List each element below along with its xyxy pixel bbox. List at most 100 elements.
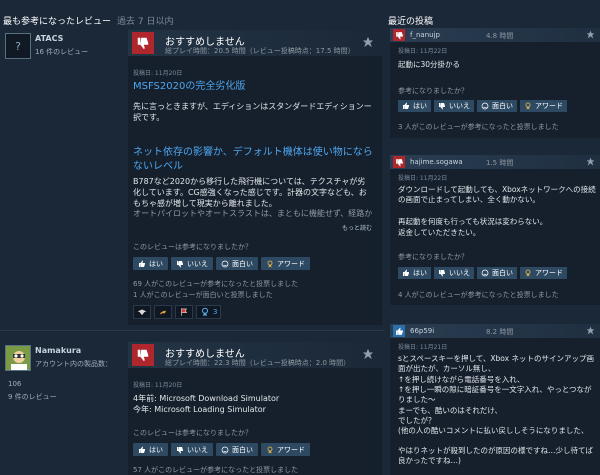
- recent-post: hajime.sogawa 1.5 時間 投稿日: 11月22日 ダウンロードし…: [390, 155, 600, 305]
- award-button[interactable]: アワード: [261, 443, 310, 456]
- vote-yes-button[interactable]: はい: [133, 257, 168, 270]
- post-playtime: 4.8 時間: [486, 32, 514, 40]
- section-title: 最近の投稿: [388, 17, 434, 27]
- post-text: ダウンロードして起動しても、Xboxネットワークへの接続の画面で止まってしまい、…: [398, 185, 596, 204]
- medal-award-icon: [202, 307, 208, 317]
- vote-yes-button[interactable]: はい: [398, 100, 431, 112]
- post-text: ↑を押し続けながら電話番号を入れ、: [398, 375, 525, 384]
- vote-no-label: いいえ: [449, 102, 470, 110]
- thumbs-down-icon: [393, 156, 405, 168]
- reviewer-review-count[interactable]: 16 件のレビュー: [35, 47, 88, 57]
- thumbs-up-icon: [403, 102, 409, 109]
- vote-funny-button[interactable]: 面白い: [477, 267, 517, 279]
- award-icon: [267, 260, 273, 267]
- thumbs-down-icon: [132, 344, 154, 366]
- read-more-link[interactable]: もっと読む: [342, 223, 372, 232]
- vote-funny-button[interactable]: 面白い: [216, 443, 258, 456]
- award-icon: [525, 102, 531, 110]
- vote-no-button[interactable]: いいえ: [434, 100, 474, 112]
- award-button[interactable]: アワード: [520, 100, 567, 112]
- vote-funny-button[interactable]: 面白い: [477, 100, 517, 112]
- helpful-count: 69 人がこのレビューが参考になったと投票しました: [133, 280, 299, 288]
- review-card: ? ATACS 16 件のレビュー おすすめしません 総プレイ時間：20.5 時…: [0, 30, 385, 325]
- vote-yes-label: はい: [413, 102, 427, 110]
- award-icon: [525, 269, 531, 277]
- section-subtitle: 過去 7 日以内: [117, 17, 174, 27]
- reviewer-review-count[interactable]: 9 件のレビュー: [8, 392, 57, 402]
- most-helpful-reviews: 最も参考になったレビュー 過去 7 日以内 ? ATACS 16 件のレビュー お…: [0, 0, 385, 475]
- star-icon[interactable]: [586, 30, 595, 39]
- thumbs-up-icon: [403, 269, 409, 276]
- award-label: アワード: [277, 259, 305, 268]
- star-icon[interactable]: [586, 157, 595, 166]
- thumbs-down-icon: [132, 32, 154, 54]
- thumbs-down-icon: [177, 446, 183, 453]
- vote-yes-label: はい: [149, 445, 163, 454]
- post-text: 再起動を何度も行っても状況は変わらない。: [398, 217, 548, 226]
- helpful-question: このレビューは参考になりましたか？: [133, 429, 252, 437]
- review-playtime: 総プレイ時間：20.5 時間（レビュー投稿時点：17.5 時間）: [165, 47, 355, 55]
- award-badge-count[interactable]: 3: [196, 305, 222, 319]
- review-heading: MSFS2020の完全劣化版: [133, 81, 246, 92]
- post-text: でしたが？: [398, 416, 436, 425]
- avatar[interactable]: [5, 345, 31, 371]
- review-text: 4年前: Microsoft Download Simulator: [133, 394, 280, 403]
- post-date: 投稿日: 11月22日: [398, 48, 448, 55]
- awards-row: 3: [133, 305, 222, 319]
- smiley-icon: [221, 260, 229, 267]
- review-body: おすすめしません 総プレイ時間：22.3 時間（レビュー投稿時点：2.0 時間）…: [128, 342, 382, 475]
- vote-yes-button[interactable]: はい: [398, 267, 431, 279]
- vote-no-button[interactable]: いいえ: [434, 267, 474, 279]
- post-author[interactable]: hajime.sogawa: [410, 158, 463, 166]
- vote-buttons: はい いいえ 面白い アワード: [133, 443, 310, 456]
- star-icon[interactable]: [586, 326, 595, 335]
- award-label: アワード: [535, 102, 563, 110]
- review-vote-header: おすすめしません 総プレイ時間：20.5 時間（レビュー投稿時点：17.5 時間…: [128, 30, 382, 56]
- vote-funny-label: 面白い: [232, 259, 253, 268]
- award-icon: [267, 446, 273, 453]
- divider: [0, 330, 385, 331]
- funny-count: 1 人がこのレビューが面白いと投票しました: [133, 291, 273, 299]
- smiley-icon: [481, 269, 489, 277]
- smiley-icon: [221, 446, 229, 453]
- award-button[interactable]: アワード: [520, 267, 567, 279]
- award-badge[interactable]: [133, 305, 151, 319]
- vote-no-button[interactable]: いいえ: [171, 257, 213, 270]
- avatar[interactable]: ?: [5, 33, 31, 59]
- thumbs-down-icon: [439, 270, 445, 277]
- post-author[interactable]: f_nanujp: [410, 31, 440, 39]
- star-icon[interactable]: [362, 36, 374, 48]
- review-body: おすすめしません 総プレイ時間：20.5 時間（レビュー投稿時点：17.5 時間…: [128, 30, 382, 325]
- review-text: 今年: Microsoft Loading Simulator: [133, 405, 266, 414]
- star-icon[interactable]: [362, 348, 374, 360]
- recent-post: f_nanujp 4.8 時間 投稿日: 11月22日 起動に30分掛かる 参考…: [390, 28, 600, 138]
- review-text: B787など2020から移行した飛行機については、テクスチャが劣化しています。C…: [133, 177, 367, 208]
- award-label: アワード: [535, 269, 563, 277]
- post-text: まーでも、酷いのはそれだけ、: [398, 406, 502, 415]
- eagle-award-icon: [137, 309, 147, 316]
- post-date: 投稿日: 11月22日: [398, 175, 448, 182]
- vote-funny-button[interactable]: 面白い: [216, 257, 258, 270]
- thumbs-down-icon: [177, 260, 183, 267]
- award-button[interactable]: アワード: [261, 257, 310, 270]
- thumbs-down-icon: [393, 29, 405, 41]
- vote-yes-button[interactable]: はい: [133, 443, 168, 456]
- section-title-text: 最も参考になったレビュー: [3, 17, 112, 27]
- post-playtime: 8.2 時間: [486, 328, 514, 336]
- vote-no-label: いいえ: [187, 445, 208, 454]
- post-header: hajime.sogawa 1.5 時間: [390, 155, 600, 169]
- reviewer-name[interactable]: ATACS: [35, 34, 63, 43]
- award-badge[interactable]: [154, 305, 172, 319]
- helpful-count: 57 人がこのレビューが参考になったと投票しました: [133, 466, 299, 474]
- post-author[interactable]: 66p59i: [410, 327, 434, 335]
- smiley-icon: [481, 102, 489, 110]
- review-playtime: 総プレイ時間：22.3 時間（レビュー投稿時点：2.0 時間）: [165, 359, 351, 367]
- post-date: 投稿日: 11月21日: [398, 344, 448, 351]
- post-text: 起動に30分掛かる: [398, 60, 461, 69]
- award-badge[interactable]: [175, 305, 193, 319]
- post-text: sとスペースキーを押して、Xbox ネットのサインアップ画面が出たが、カーソル無…: [398, 354, 594, 373]
- reviewer-name[interactable]: Namakura: [35, 346, 81, 355]
- vote-no-button[interactable]: いいえ: [171, 443, 213, 456]
- reviewer-product-count[interactable]: 106: [8, 380, 21, 388]
- review-date: 投稿日: 11月20日: [133, 70, 183, 77]
